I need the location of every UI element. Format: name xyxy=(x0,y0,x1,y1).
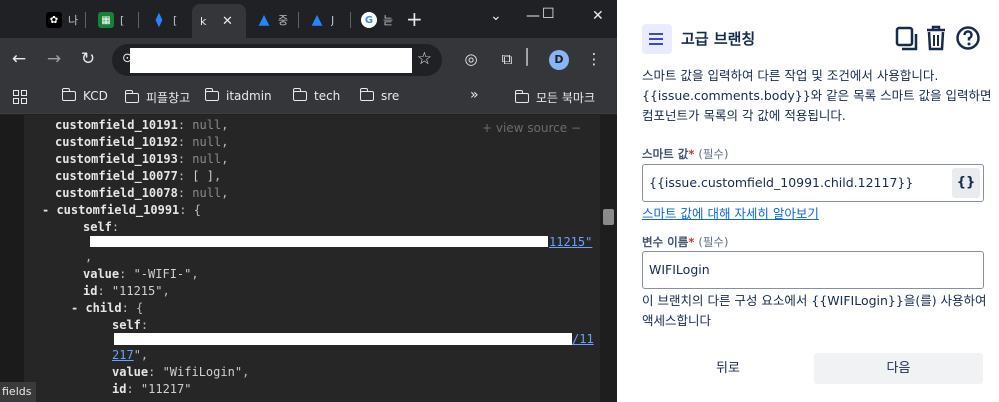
tab-7[interactable]: G 늗 xyxy=(353,6,395,34)
reload-icon[interactable]: ↻ xyxy=(77,48,99,70)
collapse-toggle: - xyxy=(42,203,57,217)
json-row: self: xyxy=(112,318,149,332)
chevron-down-icon[interactable]: ⌄ xyxy=(490,8,502,24)
new-tab-button[interactable]: + xyxy=(406,7,423,31)
extension-icon[interactable]: ◎ xyxy=(460,48,482,70)
tab-separator xyxy=(138,12,139,28)
tab-separator xyxy=(85,12,86,28)
smart-value-input[interactable]: {{issue.customfield_10991.child.12117}} … xyxy=(642,164,984,202)
json-row: customfield_10077: [ ], xyxy=(55,169,222,183)
tab-strip: ✿ 나 ▦ [ ⧫ [ k ✕ ▲ 중 ▲ J G 늗 + ⌄ — ☐ ✕ xyxy=(0,0,617,38)
folder-icon xyxy=(292,88,307,101)
json-object-row[interactable]: - child: { xyxy=(71,300,143,316)
bookmarks-bar: KCD 피플창고 itadmin tech sre » 모든 북마크 xyxy=(0,82,617,114)
json-row: id: "11215", xyxy=(83,284,170,298)
kebab-menu-icon[interactable]: ⋮ xyxy=(583,48,605,70)
atlassian-icon: ▲ xyxy=(311,12,323,28)
avatar[interactable]: D xyxy=(549,50,569,70)
self-link[interactable]: 11215" xyxy=(549,234,592,250)
json-row: , xyxy=(85,250,93,264)
next-button[interactable]: 다음 xyxy=(814,353,983,384)
forward-arrow-icon[interactable]: → xyxy=(43,48,65,70)
panel-description: 스마트 값을 입력하여 다른 작업 및 조건에서 사용합니다. {{issue.… xyxy=(642,68,992,123)
redacted-link xyxy=(114,333,572,345)
help-icon[interactable] xyxy=(955,24,981,52)
bookmark-item[interactable]: sre xyxy=(359,88,399,103)
browser-toolbar: ← → ↻ ⊙ ☆ ◎ ⧉ │ D ⋮ xyxy=(0,38,617,82)
smart-value-label: 스마트 값* (필수) xyxy=(642,147,729,161)
json-viewer: + view source − customfield_10191: null,… xyxy=(0,115,617,402)
tab-2[interactable]: ▦ [ xyxy=(90,6,132,34)
redacted-link xyxy=(90,236,548,247)
apps-grid-icon[interactable] xyxy=(13,90,29,106)
line-gutter xyxy=(0,115,24,402)
atlassian-icon: ▲ xyxy=(258,12,270,28)
collapse-toggle: - xyxy=(71,301,86,315)
insert-smart-value-button[interactable]: {} xyxy=(952,168,980,198)
tab-active[interactable]: k ✕ xyxy=(192,4,246,38)
variable-name-input[interactable]: WIFILogin xyxy=(642,251,984,289)
maximize-icon[interactable]: ☐ xyxy=(542,6,555,22)
child-self-link-cont[interactable]: 217", xyxy=(112,347,148,363)
sheets-icon: ▦ xyxy=(98,12,114,28)
variable-name-label: 변수 이름* (필수) xyxy=(642,235,729,249)
folder-icon xyxy=(124,89,139,103)
duplicate-icon[interactable] xyxy=(894,24,920,52)
jira-icon: ⧫ xyxy=(155,12,163,28)
star-icon[interactable]: ☆ xyxy=(417,49,432,69)
advanced-branching-panel: 고급 브랜칭 스마트 값을 입력하여 다른 작업 및 조건에서 사용합니다. {… xyxy=(617,0,999,402)
close-tab-icon[interactable]: ✕ xyxy=(222,14,233,29)
json-row: id: "11217" xyxy=(112,382,192,396)
folder-icon xyxy=(204,88,219,101)
view-source-toggle[interactable]: + view source − xyxy=(482,121,581,135)
bookmarks-overflow-button[interactable]: » xyxy=(470,87,479,103)
browser-window: ✿ 나 ▦ [ ⧫ [ k ✕ ▲ 중 ▲ J G 늗 + ⌄ — ☐ ✕ ← … xyxy=(0,0,617,402)
folder-icon xyxy=(61,88,76,101)
json-row: value: "WifiLogin", xyxy=(112,365,250,379)
minimize-icon[interactable]: — xyxy=(526,8,540,24)
notion-icon: ✿ xyxy=(46,12,62,28)
variable-help-text: 이 브랜치의 다른 구성 요소에서 {{WIFILogin}}을(를) 사용하여… xyxy=(642,293,987,328)
list-icon xyxy=(642,24,672,54)
redacted-url xyxy=(130,48,412,73)
scrollbar[interactable] xyxy=(600,115,617,402)
tab-separator xyxy=(350,12,351,28)
trash-icon[interactable] xyxy=(923,24,949,52)
back-arrow-icon[interactable]: ← xyxy=(8,48,30,70)
folder-icon xyxy=(514,89,529,103)
bookmark-item[interactable]: itadmin xyxy=(204,88,272,103)
all-bookmarks-folder[interactable]: 모든 북마크 xyxy=(514,89,595,106)
scrollbar-thumb[interactable] xyxy=(603,209,614,225)
status-text: fields xyxy=(0,382,36,402)
close-window-icon[interactable]: ✕ xyxy=(592,8,604,24)
address-bar[interactable]: ⊙ ☆ xyxy=(112,44,442,76)
json-row: customfield_10192: null, xyxy=(55,135,229,149)
divider-icon: │ xyxy=(522,48,532,66)
puzzle-icon[interactable]: ⧉ xyxy=(496,48,518,70)
bookmark-item[interactable]: tech xyxy=(292,88,340,103)
json-row: self: xyxy=(83,220,120,234)
panel-title: 고급 브랜칭 xyxy=(681,30,756,48)
tab-separator xyxy=(298,12,299,28)
tab-1[interactable]: ✿ 나 xyxy=(38,6,80,34)
tab-5[interactable]: ▲ 중 xyxy=(248,6,290,34)
tab-6[interactable]: ▲ J xyxy=(301,6,343,34)
json-row: value: "-WIFI-", xyxy=(83,267,199,281)
json-object-row[interactable]: - customfield_10991: { xyxy=(42,202,201,218)
bookmark-item[interactable]: KCD xyxy=(61,88,108,103)
child-self-link[interactable]: /11 xyxy=(572,331,594,347)
google-icon: G xyxy=(361,12,377,28)
tab-3[interactable]: ⧫ [ xyxy=(143,6,185,34)
learn-more-link[interactable]: 스마트 값에 대해 자세히 알아보기 xyxy=(642,203,819,222)
back-button[interactable]: 뒤로 xyxy=(658,353,798,384)
json-row: customfield_10191: null, xyxy=(55,118,229,132)
bookmark-item[interactable]: 피플창고 xyxy=(124,89,190,106)
json-row: customfield_10078: null, xyxy=(55,186,229,200)
folder-icon xyxy=(359,88,374,101)
json-row: customfield_10193: null, xyxy=(55,152,229,166)
